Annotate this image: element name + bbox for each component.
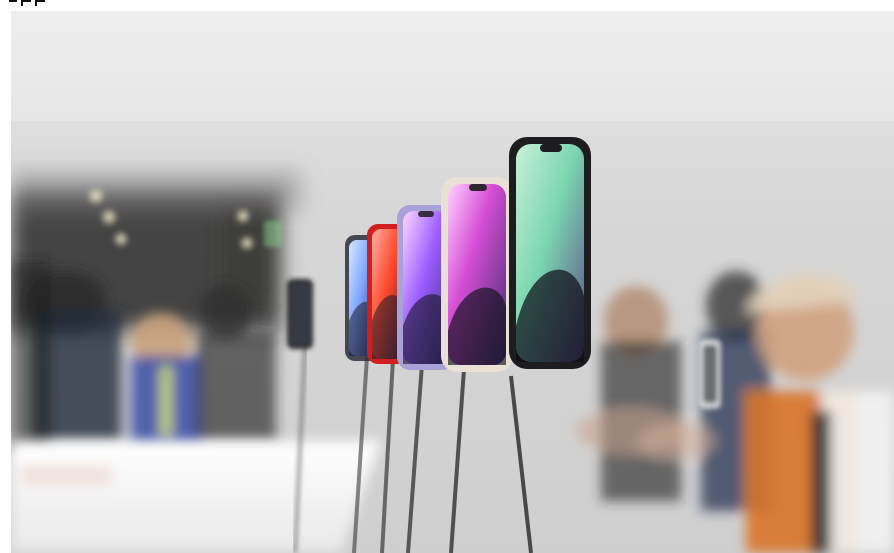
held-phone [699,339,721,409]
page [0,0,894,553]
top-vignette [11,11,894,121]
top-edge-marks [9,0,45,6]
phone-starlight [441,177,513,372]
phone-far [287,279,313,349]
photo [11,11,894,553]
top-strip [0,0,894,11]
table-foreground [11,441,381,553]
phone-midnight [509,137,591,369]
photo-scene [11,11,894,553]
